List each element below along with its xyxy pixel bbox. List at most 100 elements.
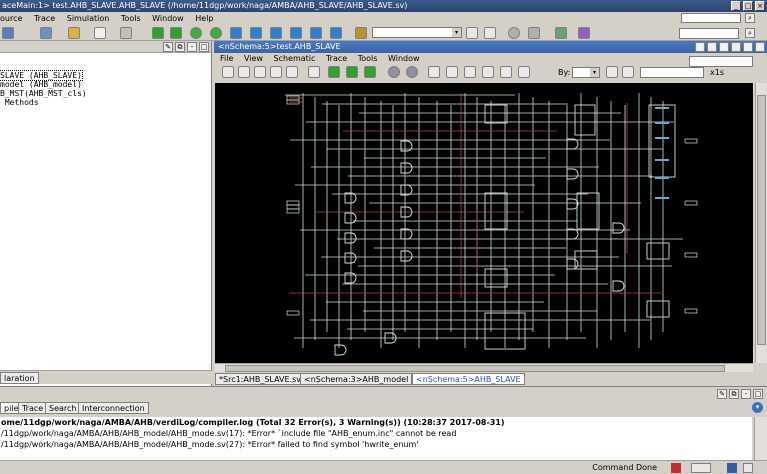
schematic-find-input[interactable] <box>640 67 704 78</box>
edit-icon[interactable] <box>94 27 106 39</box>
input-port[interactable] <box>286 208 300 214</box>
and-gate[interactable] <box>566 258 579 270</box>
mux-cell[interactable] <box>648 104 676 178</box>
schematic-canvas[interactable] <box>215 83 753 363</box>
schem-menu-view[interactable]: View <box>244 54 263 63</box>
register-cell[interactable] <box>576 192 600 230</box>
register-cell[interactable] <box>484 192 508 230</box>
tree-item[interactable]: B_MST(AHB_MST_cls) <box>0 89 211 98</box>
nav-icon[interactable] <box>555 27 567 39</box>
status-info-icon[interactable] <box>727 463 737 473</box>
tab-src1[interactable]: *Src1:AHB_SLAVE.sv <box>215 373 306 385</box>
dropdown-circle-icon[interactable]: ▾ <box>752 402 763 413</box>
schem-step-icon[interactable] <box>446 66 458 78</box>
open-icon[interactable] <box>68 27 80 39</box>
tab-nschema3[interactable]: <nSchema:3>AHB_model <box>300 373 413 385</box>
maximize-panel-icon[interactable]: □ <box>199 42 209 52</box>
undo-icon[interactable] <box>308 66 320 78</box>
zoom-fit-icon[interactable] <box>254 66 266 78</box>
register-cell[interactable] <box>484 104 508 124</box>
and-gate[interactable] <box>400 184 413 196</box>
schematic-vscroll[interactable] <box>755 83 767 363</box>
and-gate[interactable] <box>344 272 357 284</box>
and-gate[interactable] <box>400 228 413 240</box>
and-gate[interactable] <box>344 232 357 244</box>
stop-icon[interactable] <box>290 27 302 39</box>
tree-item[interactable]: SLAVE (AHB_SLAVE) <box>0 70 211 81</box>
back-icon[interactable] <box>2 27 14 39</box>
pin-icon[interactable]: ✎ <box>163 42 173 52</box>
step-icon[interactable] <box>250 27 262 39</box>
schem-menu-schematic[interactable]: Schematic <box>273 54 315 63</box>
bookmark-icon[interactable] <box>355 27 367 39</box>
schem-menu-tools[interactable]: Tools <box>358 54 378 63</box>
schematic-undock-icon[interactable]: ⧉ <box>719 42 729 52</box>
toolbar-search-icon[interactable]: ⌕ <box>745 28 755 38</box>
last-icon[interactable] <box>330 27 342 39</box>
log-error-line[interactable]: /11dgp/work/naga/AMBA/AHB/AHB_model/AHB_… <box>1 439 752 450</box>
and-gate[interactable] <box>400 250 413 262</box>
schem-menu-file[interactable]: File <box>220 54 233 63</box>
and-gate[interactable] <box>344 192 357 204</box>
schem-green2-icon[interactable] <box>346 66 358 78</box>
schem-green3-icon[interactable] <box>364 66 376 78</box>
schem-menu-trace[interactable]: Trace <box>326 54 347 63</box>
schem-down-icon[interactable] <box>482 66 494 78</box>
play-icon[interactable] <box>230 27 242 39</box>
find-next-icon[interactable] <box>484 27 496 39</box>
zoom-out-icon[interactable] <box>238 66 250 78</box>
msg-maximize-icon[interactable]: □ <box>753 389 763 399</box>
find-icon[interactable] <box>466 27 478 39</box>
minimize-button[interactable]: _ <box>731 1 741 11</box>
schem-green1-icon[interactable] <box>328 66 340 78</box>
menu-trace[interactable]: Trace <box>34 14 55 23</box>
output-port[interactable] <box>684 138 698 144</box>
and-gate[interactable] <box>344 212 357 224</box>
log-error-line[interactable]: /11dgp/work/naga/AMBA/AHB/AHB_model/AHB_… <box>1 428 752 439</box>
next-match-icon[interactable] <box>622 66 634 78</box>
msg-minimize-icon[interactable]: - <box>741 389 751 399</box>
back-arrow-icon[interactable] <box>190 27 202 39</box>
output-port[interactable] <box>684 252 698 258</box>
output-port[interactable] <box>684 308 698 314</box>
register-cell[interactable] <box>646 242 670 260</box>
and-gate[interactable] <box>344 252 357 264</box>
and-gate[interactable] <box>566 138 579 150</box>
tab-trace[interactable]: Trace <box>18 402 48 414</box>
layout-icon[interactable] <box>578 27 590 39</box>
close-button[interactable]: × <box>755 1 765 11</box>
menu-simulation[interactable]: Simulation <box>67 14 110 23</box>
green-flag-icon[interactable] <box>152 27 164 39</box>
and-gate[interactable] <box>566 198 579 210</box>
menu-window[interactable]: Window <box>152 14 184 23</box>
signal-combo[interactable]: ▾ <box>372 27 462 38</box>
and-gate[interactable] <box>612 280 625 292</box>
forward-arrow-icon[interactable] <box>210 27 222 39</box>
schem-right-icon[interactable] <box>518 66 530 78</box>
tool-icon[interactable] <box>528 27 540 39</box>
hscroll-thumb[interactable] <box>225 365 725 372</box>
search-options-icon[interactable]: ⌕ <box>745 13 755 23</box>
tab-search[interactable]: Search <box>45 402 81 414</box>
input-port[interactable] <box>286 204 300 210</box>
status-view-icon[interactable] <box>691 463 711 473</box>
minimize-panel-icon[interactable]: - <box>187 42 197 52</box>
message-vscroll[interactable] <box>754 417 767 463</box>
output-port[interactable] <box>684 200 698 206</box>
schem-up-icon[interactable] <box>464 66 476 78</box>
status-tools-icon[interactable] <box>743 463 753 473</box>
schematic-maximize-icon[interactable]: □ <box>743 42 753 52</box>
copy-icon[interactable] <box>120 27 132 39</box>
schem-menu-window[interactable]: Window <box>388 54 420 63</box>
schematic-settings-icon[interactable]: ⚙ <box>695 42 705 52</box>
schematic-minimize-icon[interactable]: - <box>731 42 741 52</box>
vscroll-thumb[interactable] <box>757 95 766 345</box>
tree-item[interactable]: model (AHB_model) <box>0 80 211 89</box>
register-cell[interactable] <box>646 300 670 318</box>
zoom-prev-icon[interactable] <box>286 66 298 78</box>
tab-nschema5[interactable]: <nSchema:5>AHB_SLAVE <box>412 373 525 385</box>
and-gate[interactable] <box>400 162 413 174</box>
zoom-area-icon[interactable] <box>270 66 282 78</box>
schematic-pin-icon[interactable]: ✎ <box>707 42 717 52</box>
tab-interconnection[interactable]: Interconnection <box>78 402 149 414</box>
